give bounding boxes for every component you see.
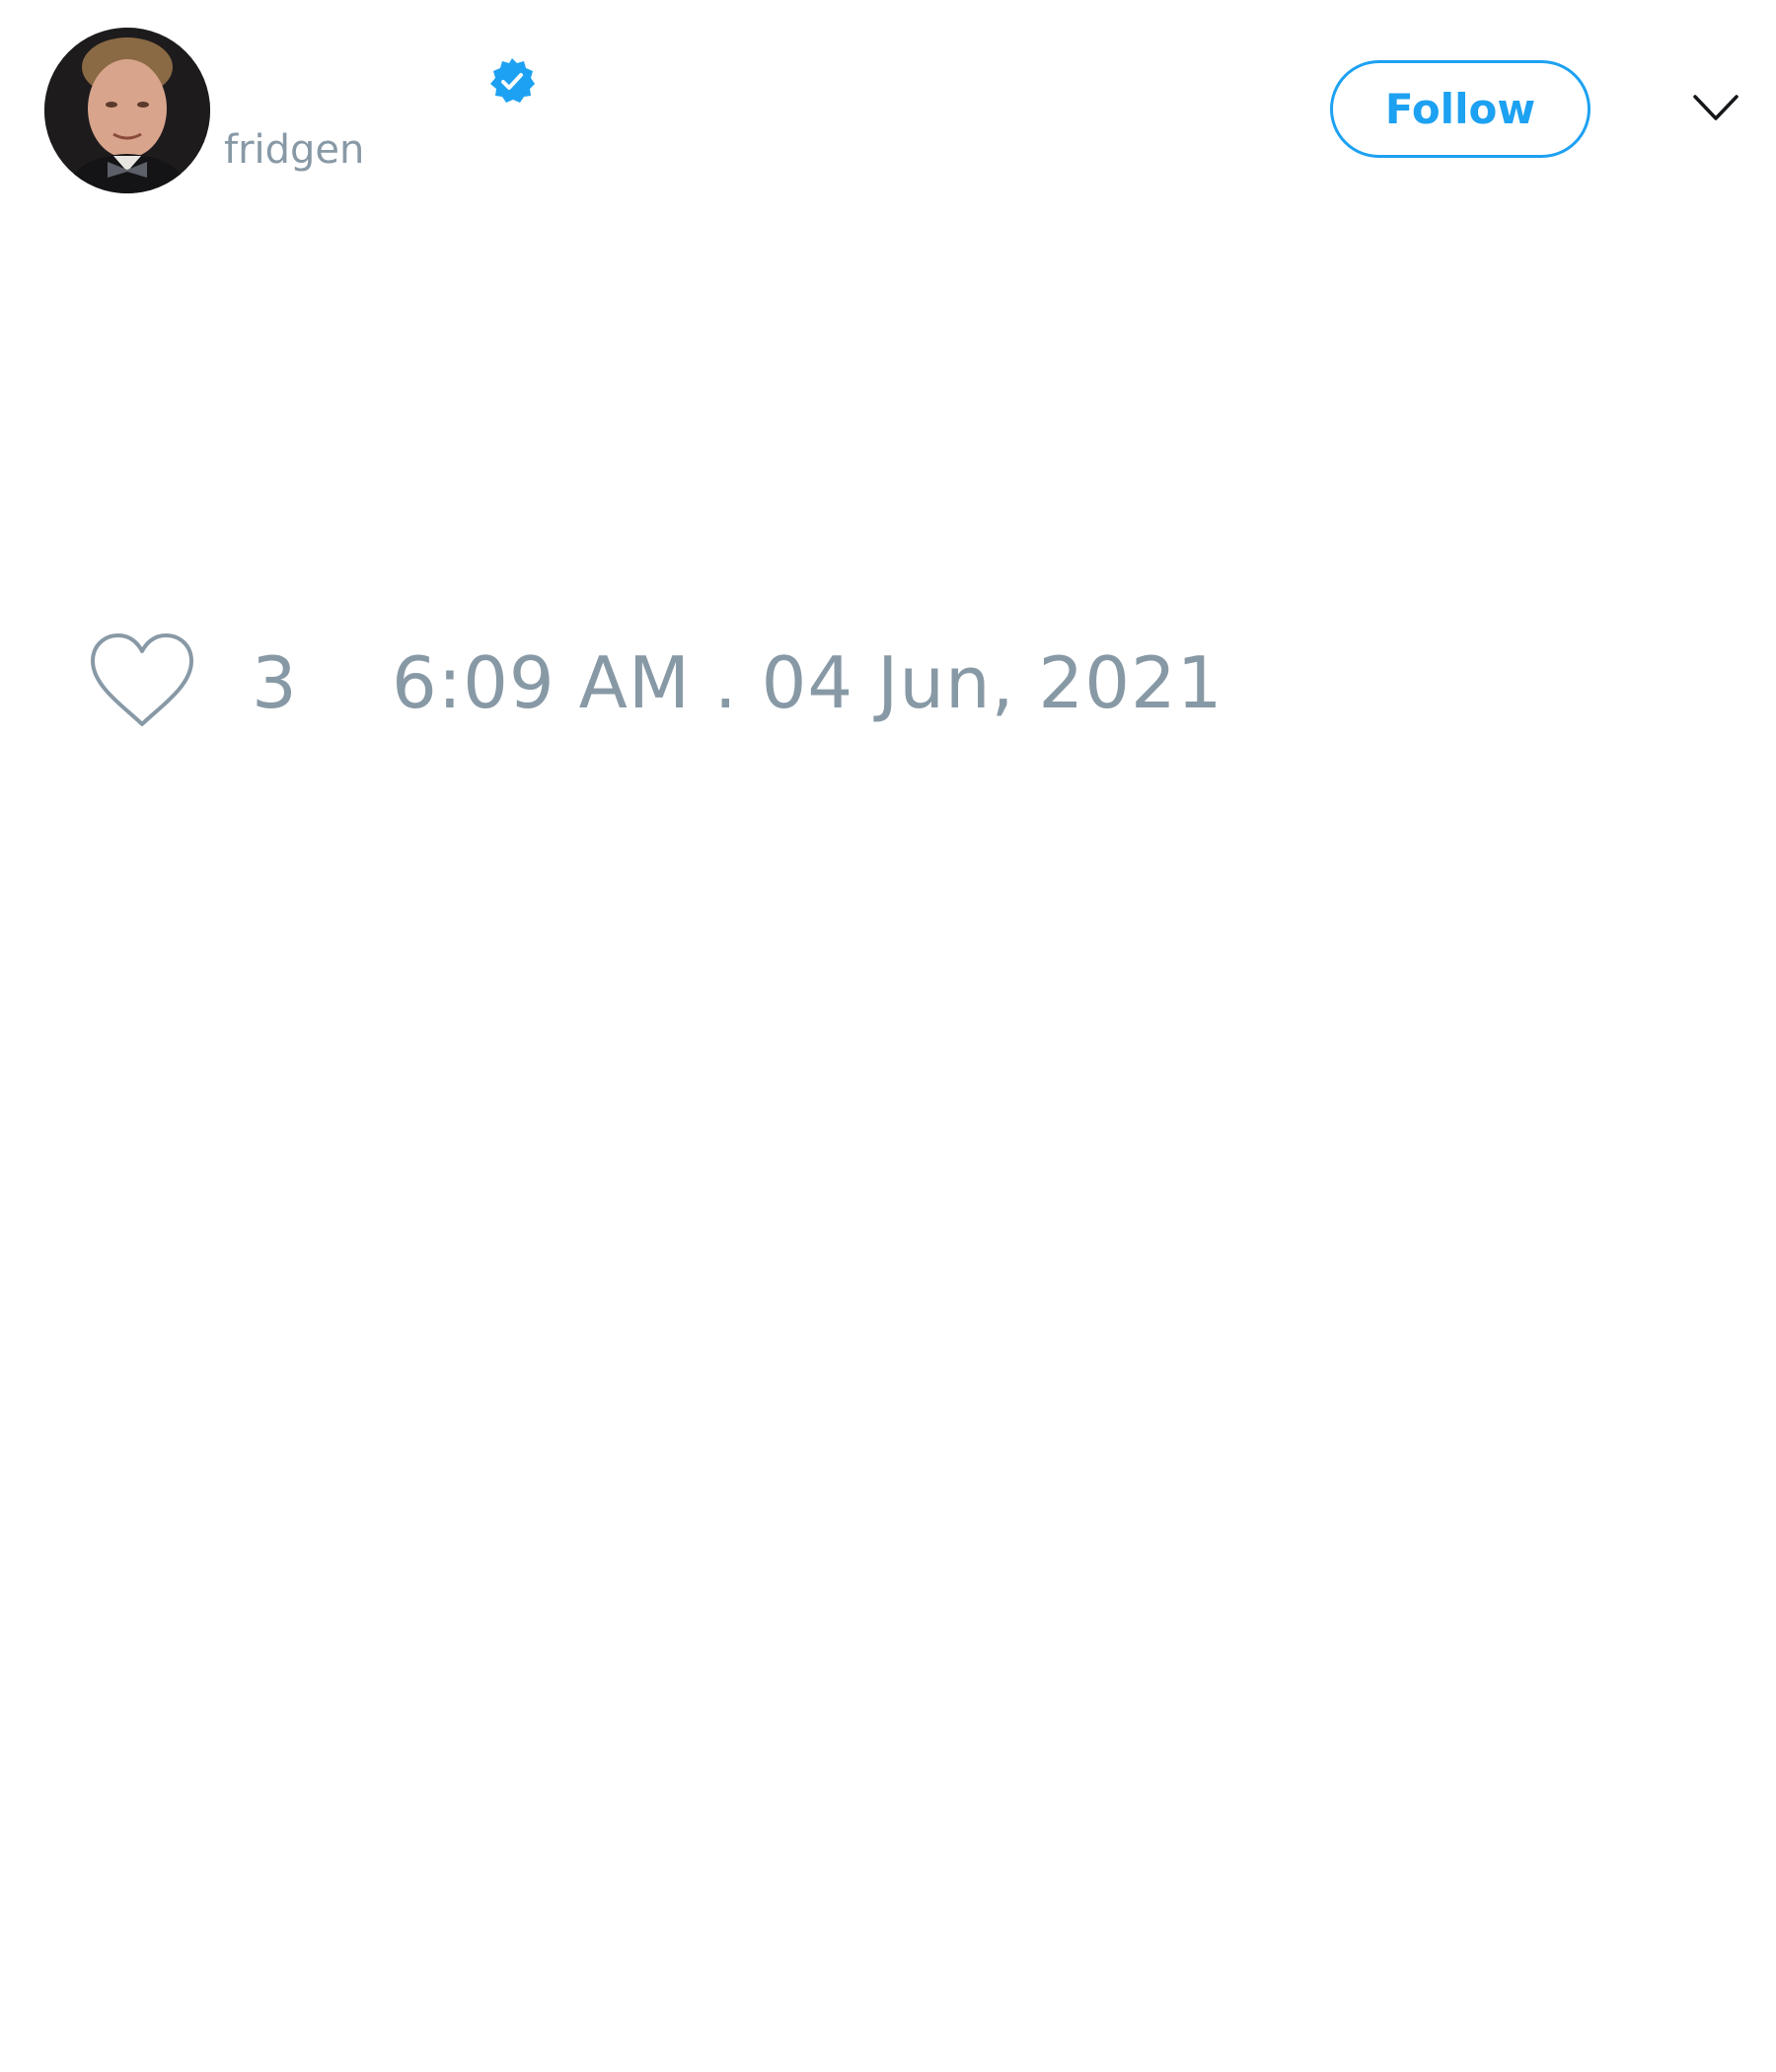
avatar-photo bbox=[44, 28, 210, 193]
like-count: 3 bbox=[252, 641, 297, 724]
heart-outline-icon[interactable] bbox=[87, 631, 197, 730]
follow-button[interactable]: Follow bbox=[1330, 60, 1591, 158]
avatar[interactable] bbox=[44, 28, 210, 193]
tweet-timestamp[interactable]: 6:09 AM . 04 Jun, 2021 bbox=[392, 643, 1223, 722]
author-handle[interactable]: fridgen bbox=[224, 126, 364, 174]
chevron-down-icon[interactable] bbox=[1691, 91, 1740, 126]
verified-badge-icon bbox=[490, 58, 535, 103]
